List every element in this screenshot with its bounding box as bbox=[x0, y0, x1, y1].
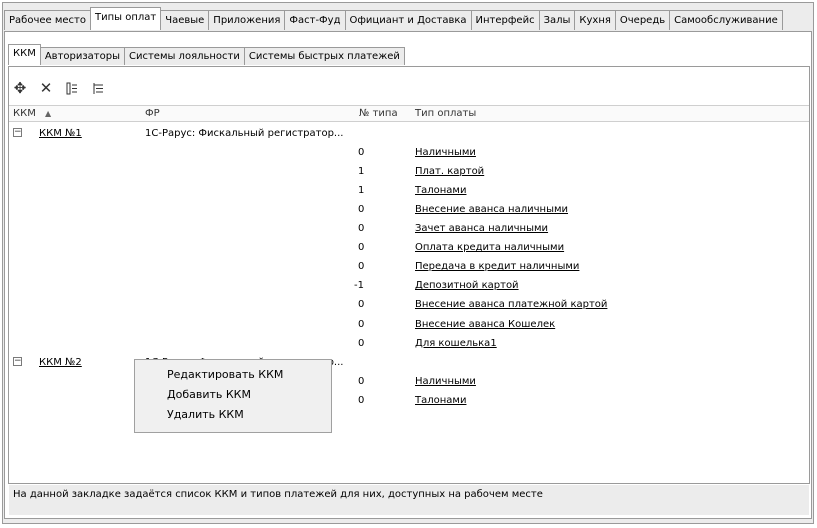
payment-row[interactable]: 0 Наличными bbox=[9, 143, 809, 162]
payment-type-link[interactable]: Талонами bbox=[415, 395, 466, 406]
collapse-icon[interactable]: − bbox=[13, 356, 22, 366]
payment-row[interactable]: 0 Внесение аванса Кошелек bbox=[9, 315, 809, 334]
context-menu: Редактировать ККМ Добавить ККМ Удалить ККМ bbox=[134, 359, 332, 433]
payment-type-link[interactable]: Внесение аванса наличными bbox=[415, 204, 568, 215]
payment-type-number: 0 bbox=[358, 147, 365, 159]
payment-type-number: 0 bbox=[358, 337, 365, 349]
tab-top-6[interactable]: Интерфейс bbox=[470, 10, 540, 30]
payment-type-link[interactable]: Внесение аванса платежной картой bbox=[415, 299, 607, 310]
payment-type-number: 0 bbox=[358, 318, 365, 330]
context-menu-item-0[interactable]: Редактировать ККМ bbox=[167, 368, 283, 381]
context-menu-item-2[interactable]: Удалить ККМ bbox=[167, 408, 244, 421]
col-header-pay-type[interactable]: Тип оплаты bbox=[415, 108, 476, 119]
payment-type-number: 0 bbox=[358, 204, 365, 216]
list-icon[interactable] bbox=[64, 80, 80, 96]
status-text: На данной закладке задаётся список ККМ и… bbox=[13, 489, 543, 500]
payment-type-link[interactable]: Зачет аванса наличными bbox=[415, 223, 548, 234]
tab-top-5[interactable]: Официант и Доставка bbox=[344, 10, 472, 30]
payment-row[interactable]: 0 Наличными bbox=[9, 372, 809, 391]
payment-type-link[interactable]: Плат. картой bbox=[415, 166, 484, 177]
payment-row[interactable]: 0 Внесение аванса наличными bbox=[9, 200, 809, 219]
tab-top-2[interactable]: Чаевые bbox=[160, 10, 210, 30]
tab-top-9[interactable]: Очередь bbox=[614, 10, 671, 30]
payment-type-number: 0 bbox=[358, 223, 365, 235]
col-header-kkm[interactable]: ККМ ▲ bbox=[13, 108, 51, 119]
tree-icon[interactable] bbox=[90, 80, 106, 96]
payment-row[interactable]: 0 Талонами bbox=[9, 391, 809, 410]
payment-type-number: 0 bbox=[358, 299, 365, 311]
status-bar: На данной закладке задаётся список ККМ и… bbox=[9, 485, 809, 515]
payment-type-link[interactable]: Депозитной картой bbox=[415, 280, 519, 291]
payment-type-link[interactable]: Внесение аванса Кошелек bbox=[415, 319, 555, 330]
payment-type-number: 1 bbox=[358, 185, 365, 197]
payment-type-number: 0 bbox=[358, 261, 365, 273]
tab-top-7[interactable]: Залы bbox=[538, 10, 576, 30]
payment-type-number: 1 bbox=[358, 166, 365, 178]
payment-type-link[interactable]: Наличными bbox=[415, 147, 476, 158]
payment-type-link[interactable]: Талонами bbox=[415, 185, 466, 196]
tab-top-3[interactable]: Приложения bbox=[208, 10, 286, 30]
payment-row[interactable]: 0 Передача в кредит наличными bbox=[9, 257, 809, 276]
payment-type-number: 0 bbox=[358, 394, 365, 406]
sort-asc-icon: ▲ bbox=[45, 109, 52, 118]
payment-type-link[interactable]: Для кошелька1 bbox=[415, 338, 497, 349]
tab-top-8[interactable]: Кухня bbox=[574, 10, 616, 30]
tab-sub-3[interactable]: Системы быстрых платежей bbox=[243, 47, 405, 65]
tab-sub-2[interactable]: Системы лояльности bbox=[123, 47, 245, 65]
col-header-fr[interactable]: ФР bbox=[145, 108, 160, 119]
kkm-name-link[interactable]: ККМ №2 bbox=[39, 357, 82, 368]
tab-top-0[interactable]: Рабочее место bbox=[4, 10, 91, 30]
delete-icon[interactable]: ✕ bbox=[38, 79, 54, 97]
payment-row[interactable]: 0 Зачет аванса наличными bbox=[9, 219, 809, 238]
toolbar: ✥ ✕ bbox=[12, 78, 106, 98]
tab-top-10[interactable]: Самообслуживание bbox=[669, 10, 783, 30]
add-icon[interactable]: ✥ bbox=[12, 79, 28, 97]
kkm-fr: 1С-Рарус: Фискальный регистратор... bbox=[145, 128, 344, 139]
payment-row[interactable]: 0 Для кошелька1 bbox=[9, 334, 809, 353]
payment-type-link[interactable]: Передача в кредит наличными bbox=[415, 261, 579, 272]
payment-type-number: -1 bbox=[354, 280, 364, 292]
payment-row[interactable]: 1 Плат. картой bbox=[9, 162, 809, 181]
payment-row[interactable]: -1 Депозитной картой bbox=[9, 276, 809, 295]
payment-type-number: 0 bbox=[358, 375, 365, 387]
kkm-group-row[interactable]: −ККМ №21С-Рарус: Фискальный регистратор.… bbox=[9, 353, 809, 372]
collapse-icon[interactable]: − bbox=[13, 128, 22, 137]
kkm-group-row[interactable]: − ККМ №1 1С-Рарус: Фискальный регистратор.… bbox=[9, 124, 809, 143]
context-menu-item-1[interactable]: Добавить ККМ bbox=[167, 388, 251, 401]
sub-tab-bar: ККМ Авторизаторы Системы лояльности Системы… bbox=[8, 44, 405, 67]
payment-type-number: 0 bbox=[358, 242, 365, 254]
tab-top-4[interactable]: Фаст-Фуд bbox=[284, 10, 346, 30]
kkm-name-link[interactable]: ККМ №1 bbox=[39, 128, 82, 139]
tab-sub-0[interactable]: ККМ bbox=[8, 44, 41, 65]
payment-row[interactable]: 1 Талонами bbox=[9, 181, 809, 200]
tab-top-1[interactable]: Типы оплат bbox=[89, 7, 162, 30]
payment-row[interactable]: 0 Оплата кредита наличными bbox=[9, 238, 809, 257]
payment-row[interactable]: 0 Внесение аванса платежной картой bbox=[9, 295, 809, 314]
grid-header: ККМ ▲ ФР № типа Тип оплаты bbox=[9, 105, 809, 122]
payment-type-link[interactable]: Оплата кредита наличными bbox=[415, 242, 564, 253]
top-tab-bar: Рабочее место Типы оплат Чаевые Приложения Ф… bbox=[4, 7, 783, 32]
col-header-type-no[interactable]: № типа bbox=[359, 108, 398, 119]
tab-sub-1[interactable]: Авторизаторы bbox=[39, 47, 125, 65]
payment-type-link[interactable]: Наличными bbox=[415, 376, 476, 387]
